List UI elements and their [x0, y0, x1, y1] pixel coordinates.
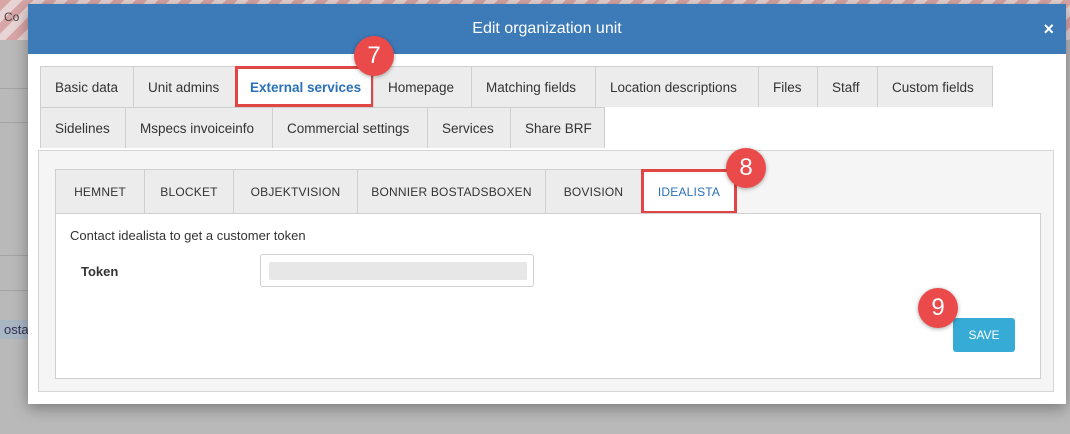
- token-hint: Contact idealista to get a customer toke…: [70, 228, 306, 243]
- dialog-title: Edit organization unit: [472, 20, 622, 37]
- tab-bonnier-bostadsboxen[interactable]: BONNIER BOSTADSBOXEN: [357, 169, 546, 214]
- tab-staff[interactable]: Staff: [817, 66, 878, 107]
- tab-external-services[interactable]: External services: [235, 66, 374, 107]
- external-services-panel: HEMNET BLOCKET OBJEKTVISION BONNIER BOST…: [38, 150, 1054, 392]
- tab-sidelines[interactable]: Sidelines: [40, 107, 126, 148]
- save-button[interactable]: SAVE: [953, 318, 1015, 352]
- tab-custom-fields[interactable]: Custom fields: [877, 66, 993, 107]
- background-divider: [0, 88, 30, 89]
- background-divider: [0, 255, 30, 256]
- token-input[interactable]: [260, 254, 534, 287]
- tab-hemnet[interactable]: HEMNET: [55, 169, 145, 214]
- tab-bovision[interactable]: BOVISION: [545, 169, 642, 214]
- annotation-badge-9: 9: [918, 288, 958, 328]
- tab-commercial-settings[interactable]: Commercial settings: [272, 107, 428, 148]
- tab-row-1: Basic data Unit admins External services…: [40, 66, 1024, 107]
- tab-unit-admins[interactable]: Unit admins: [133, 66, 236, 107]
- token-label: Token: [81, 264, 119, 279]
- token-value-redacted: [269, 262, 527, 280]
- main-tab-bar: Basic data Unit admins External services…: [40, 66, 1024, 148]
- edit-organization-unit-dialog: Edit organization unit × Basic data Unit…: [28, 4, 1066, 404]
- tab-basic-data[interactable]: Basic data: [40, 66, 134, 107]
- tab-share-brf[interactable]: Share BRF: [510, 107, 605, 148]
- background-divider: [0, 290, 30, 291]
- background-text-fragment: Co: [4, 10, 20, 24]
- tab-matching-fields[interactable]: Matching fields: [471, 66, 596, 107]
- dialog-header: Edit organization unit ×: [28, 4, 1066, 54]
- annotation-badge-7: 7: [354, 36, 394, 76]
- tab-services[interactable]: Services: [427, 107, 511, 148]
- service-tab-bar: HEMNET BLOCKET OBJEKTVISION BONNIER BOST…: [55, 169, 737, 214]
- tab-location-descriptions[interactable]: Location descriptions: [595, 66, 759, 107]
- tab-row-2: Sidelines Mspecs invoiceinfo Commercial …: [40, 107, 1024, 148]
- tab-idealista[interactable]: IDEALISTA: [641, 169, 737, 214]
- tab-mspecs-invoiceinfo[interactable]: Mspecs invoiceinfo: [125, 107, 273, 148]
- tab-objektvision[interactable]: OBJEKTVISION: [233, 169, 358, 214]
- tab-homepage[interactable]: Homepage: [373, 66, 472, 107]
- close-icon[interactable]: ×: [1043, 20, 1054, 38]
- background-divider: [0, 122, 30, 123]
- tab-blocket[interactable]: BLOCKET: [144, 169, 234, 214]
- annotation-badge-8: 8: [726, 148, 766, 188]
- tab-files[interactable]: Files: [758, 66, 818, 107]
- idealista-content: Contact idealista to get a customer toke…: [55, 213, 1041, 379]
